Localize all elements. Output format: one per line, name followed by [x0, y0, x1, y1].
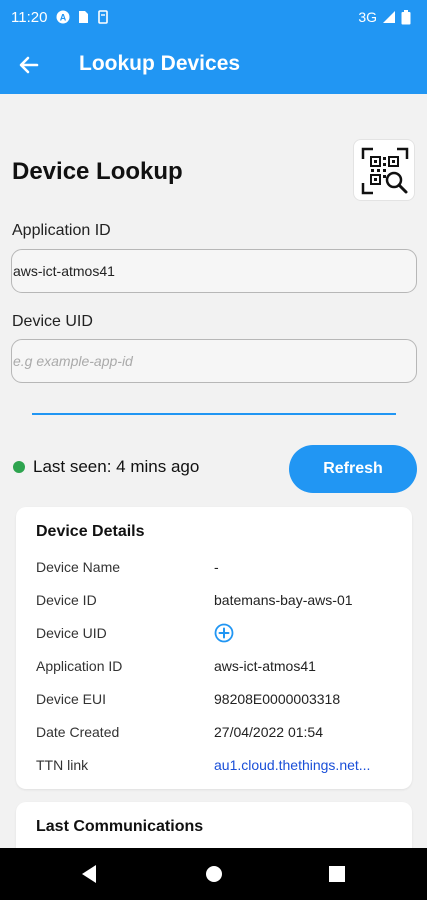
add-circle-icon[interactable] [214, 623, 234, 643]
detail-value: batemans-bay-aws-01 [214, 592, 353, 608]
qr-scan-icon [361, 147, 409, 195]
detail-key: Device ID [36, 592, 97, 608]
nav-recents-icon[interactable] [328, 864, 346, 884]
signal-icon [383, 11, 395, 23]
detail-key: Device EUI [36, 691, 107, 707]
status-notification-icons: A [56, 10, 110, 24]
status-time: 11:20 [11, 9, 48, 26]
detail-row-ttn-link: TTN link au1.cloud.thethings.net... [36, 757, 406, 777]
app-bar: Lookup Devices [0, 36, 427, 94]
detail-row-device-name: Device Name - [36, 559, 406, 579]
system-nav-bar [0, 848, 427, 900]
detail-row-device-eui: Device EUI 98208E0000003318 [36, 691, 406, 711]
last-communications-title: Last Communications [36, 818, 204, 835]
detail-key: Application ID [36, 658, 123, 674]
battery-icon [401, 9, 411, 24]
detail-row-application-id: Application ID aws-ict-atmos41 [36, 658, 406, 678]
application-id-label: Application ID [12, 222, 111, 239]
last-seen-status: Last seen: 4 mins ago [13, 457, 199, 477]
detail-row-device-uid: Device UID [36, 623, 406, 645]
detail-row-device-id: Device ID batemans-bay-aws-01 [36, 592, 406, 612]
detail-key: Date Created [36, 724, 120, 740]
device-uid-label: Device UID [12, 313, 93, 330]
device-uid-input[interactable] [11, 339, 417, 383]
sim-card-icon [79, 11, 88, 23]
device-details-title: Device Details [36, 523, 145, 540]
online-status-dot [13, 461, 25, 473]
detail-key: Device UID [36, 625, 107, 641]
storage-icon [98, 10, 108, 24]
status-bar: 11:20 A 3G [0, 0, 427, 36]
detail-row-date-created: Date Created 27/04/2022 01:54 [36, 724, 406, 744]
arrow-left-icon[interactable] [16, 52, 42, 78]
page-title: Device Lookup [12, 158, 183, 185]
status-right: 3G [358, 9, 411, 25]
progress-divider [32, 413, 396, 415]
nav-back-icon[interactable] [80, 864, 98, 884]
detail-value: - [214, 559, 219, 575]
nav-home-icon[interactable] [205, 864, 223, 884]
last-seen-text: Last seen: 4 mins ago [33, 457, 200, 476]
application-id-input[interactable] [11, 249, 417, 293]
detail-key: TTN link [36, 757, 89, 773]
at-sign-icon: A [56, 10, 70, 24]
network-type: 3G [358, 9, 377, 25]
detail-value: 98208E0000003318 [214, 691, 341, 707]
detail-key: Device Name [36, 559, 121, 575]
ttn-link[interactable]: au1.cloud.thethings.net... [214, 757, 370, 773]
device-details-card: Device Details Device Name - Device ID b… [16, 507, 412, 789]
app-bar-title: Lookup Devices [79, 52, 241, 75]
detail-value: aws-ict-atmos41 [214, 658, 316, 674]
detail-value: 27/04/2022 01:54 [214, 724, 323, 740]
refresh-button[interactable]: Refresh [289, 445, 417, 493]
qr-scan-button[interactable] [353, 139, 415, 201]
svg-text:A: A [60, 13, 67, 23]
